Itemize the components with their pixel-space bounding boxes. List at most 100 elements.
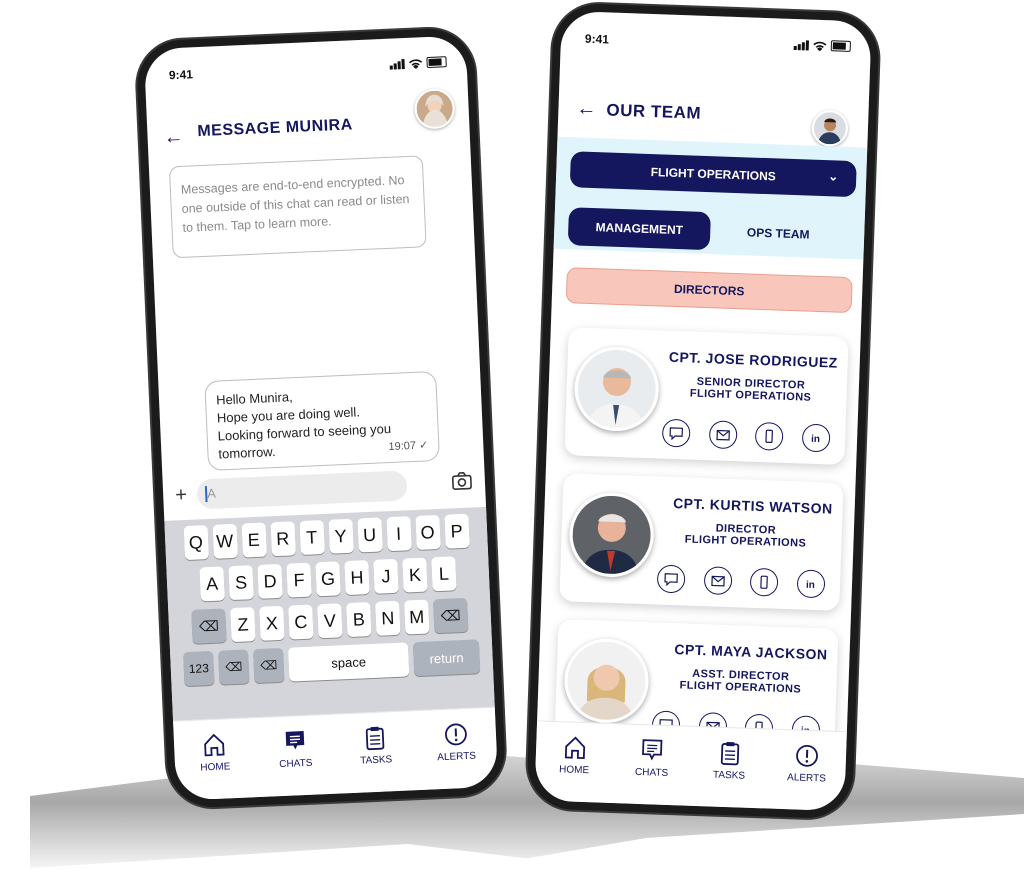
nav-alerts[interactable]: ALERTS	[425, 720, 487, 764]
nav-chats[interactable]: CHATS	[621, 736, 682, 779]
key-e[interactable]: E	[241, 522, 267, 558]
card-actions: in	[648, 564, 835, 599]
left-phone: 9:41 ← MESSAGE MUNIRA Messages are end-t…	[135, 26, 507, 810]
key-p[interactable]: P	[443, 513, 470, 549]
return-key[interactable]: return	[412, 639, 481, 677]
key-m[interactable]: M	[404, 599, 430, 635]
linkedin-icon[interactable]: in	[796, 569, 826, 599]
back-arrow-icon[interactable]: ←	[163, 126, 184, 150]
key-u[interactable]: U	[356, 517, 383, 553]
clipboard-icon	[366, 726, 385, 751]
key-d[interactable]: D	[257, 563, 283, 599]
key-c[interactable]: C	[288, 604, 314, 640]
alert-icon	[444, 723, 467, 746]
battery-icon	[426, 56, 447, 69]
linkedin-icon[interactable]: in	[801, 423, 831, 453]
key-q[interactable]: Q	[183, 525, 209, 561]
key-s[interactable]: S	[228, 565, 254, 601]
team-header: ← OUR TEAM	[576, 81, 856, 147]
section-header: DIRECTORS	[565, 267, 853, 314]
keyboard: Q W E R T Y U I O P A S D F G H J K L ⌫ …	[164, 506, 495, 725]
key-g[interactable]: G	[315, 561, 341, 597]
phone-icon[interactable]	[754, 421, 784, 451]
member-name: CPT. MAYA JACKSON	[674, 641, 828, 663]
clipboard-icon	[720, 742, 739, 766]
signal-icon	[389, 58, 405, 70]
keyboard-row-3: ⌫ Z X C V B N M ⌫	[172, 597, 487, 645]
key-k[interactable]: K	[402, 557, 428, 593]
nav-tasks[interactable]: TASKS	[699, 739, 760, 782]
nav-tasks[interactable]: TASKS	[345, 724, 407, 768]
card-actions: in	[653, 418, 840, 453]
tab-ops-team[interactable]: OPS TEAM	[716, 212, 841, 254]
numbers-key[interactable]: 123	[183, 650, 215, 687]
message-input[interactable]: A	[196, 470, 408, 510]
camera-icon[interactable]	[450, 469, 473, 492]
home-icon	[204, 733, 225, 757]
backspace-icon[interactable]: ⌫	[191, 608, 227, 644]
message-composer: + A	[175, 467, 474, 514]
message-icon[interactable]	[656, 564, 686, 594]
bottom-nav: HOME CHATS TASKS ALERTS	[534, 720, 847, 812]
key-j[interactable]: J	[373, 558, 399, 594]
page-title: OUR TEAM	[606, 100, 702, 123]
key-a[interactable]: A	[199, 566, 225, 602]
signal-icon	[793, 39, 810, 50]
team-card[interactable]: CPT. KURTIS WATSON DIRECTOR FLIGHT OPERA…	[559, 473, 844, 611]
chevron-down-icon: ⌄	[827, 169, 839, 184]
key-v[interactable]: V	[317, 603, 343, 639]
nav-label: CHATS	[634, 766, 669, 780]
encryption-notice[interactable]: Messages are end-to-end encrypted. No on…	[168, 155, 427, 259]
key-n[interactable]: N	[375, 600, 401, 636]
key-f[interactable]: F	[286, 562, 312, 598]
status-bar: 9:41	[585, 32, 852, 57]
plus-icon[interactable]: +	[175, 484, 188, 507]
member-role: SENIOR DIRECTOR FLIGHT OPERATIONS	[689, 375, 812, 404]
key-i[interactable]: I	[385, 516, 412, 552]
member-name: CPT. KURTIS WATSON	[672, 495, 833, 517]
dropdown-value: FLIGHT OPERATIONS	[650, 165, 777, 184]
right-phone: 9:41 ← OUR TEAM FLIGHT OPERATIONS ⌄ MANA…	[526, 2, 880, 820]
phone-icon[interactable]	[749, 567, 779, 597]
delete-icon[interactable]: ⌫	[433, 597, 469, 634]
key-w[interactable]: W	[212, 523, 238, 559]
tab-management[interactable]: MANAGEMENT	[567, 207, 711, 251]
message-icon[interactable]	[661, 418, 691, 448]
member-name: CPT. JOSE RODRIGUEZ	[668, 348, 839, 371]
nav-home[interactable]: HOME	[544, 734, 605, 777]
key-x[interactable]: X	[259, 605, 285, 641]
nav-label: ALERTS	[437, 750, 477, 764]
key-y[interactable]: Y	[327, 518, 354, 554]
status-time: 9:41	[168, 67, 194, 83]
check-icon: ✓	[418, 439, 429, 452]
email-icon[interactable]	[703, 566, 733, 596]
alert-icon	[796, 744, 819, 767]
nav-home[interactable]: HOME	[184, 731, 246, 775]
nav-label: TASKS	[712, 769, 746, 782]
back-arrow-icon[interactable]: ←	[576, 97, 597, 121]
delete-icon[interactable]: ⌫	[253, 647, 285, 684]
key-l[interactable]: L	[431, 556, 457, 592]
delete-icon[interactable]: ⌫	[218, 649, 250, 685]
nav-label: HOME	[200, 761, 231, 774]
page-title: MESSAGE MUNIRA	[197, 116, 354, 141]
email-icon[interactable]	[708, 420, 738, 450]
key-b[interactable]: B	[346, 602, 372, 638]
team-card[interactable]: CPT. JOSE RODRIGUEZ SENIOR DIRECTOR FLIG…	[564, 327, 849, 465]
bottom-nav: HOME CHATS TASKS ALERTS	[173, 706, 499, 801]
message-time: 19:07	[388, 439, 417, 454]
key-r[interactable]: R	[270, 521, 296, 557]
key-t[interactable]: T	[298, 520, 325, 556]
user-avatar[interactable]	[811, 109, 849, 147]
key-h[interactable]: H	[344, 560, 370, 596]
message-bubble[interactable]: Hello Munira, Hope you are doing well. L…	[204, 370, 440, 471]
battery-icon	[830, 40, 852, 52]
chat-header: ← MESSAGE MUNIRA	[162, 87, 456, 151]
key-z[interactable]: Z	[230, 607, 256, 643]
wifi-icon	[813, 41, 827, 51]
key-o[interactable]: O	[414, 514, 441, 550]
contact-avatar[interactable]	[413, 87, 456, 130]
nav-chats[interactable]: CHATS	[264, 727, 326, 771]
nav-alerts[interactable]: ALERTS	[776, 742, 837, 785]
space-key[interactable]: space	[287, 642, 410, 682]
